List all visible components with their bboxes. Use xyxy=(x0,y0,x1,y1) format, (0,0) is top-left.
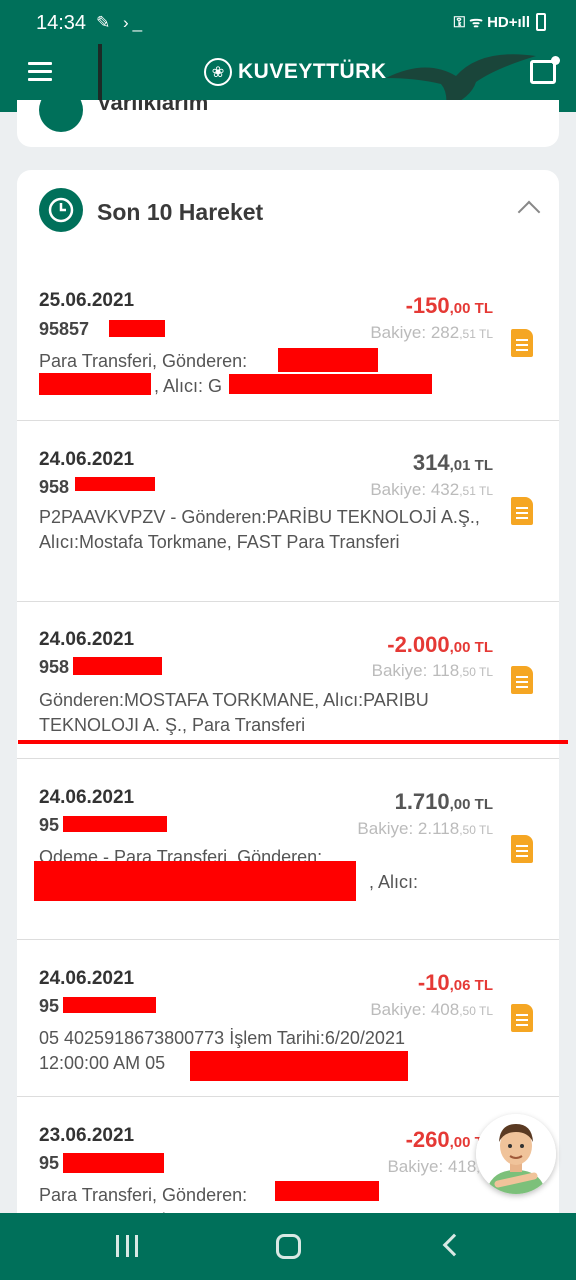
transaction-account: 95857 xyxy=(39,319,90,339)
receipt-document-icon[interactable] xyxy=(511,329,533,357)
hamburger-menu-icon[interactable] xyxy=(28,62,52,82)
signal-icons: ⚿ ᯤ HD+ıll xyxy=(453,14,530,31)
assets-card-title: Varlıklarım xyxy=(97,100,209,115)
brand-logo: ❀ KUVEYTTÜRK xyxy=(204,58,387,86)
status-bar: 14:34 ✎ ›_ ⚿ ᯤ HD+ıll xyxy=(0,0,576,48)
recent-transactions-card: Son 10 Hareket 25.06.2021 95857 -150,00 … xyxy=(17,170,559,1230)
back-icon[interactable] xyxy=(442,1233,466,1257)
status-time: 14:34 xyxy=(36,12,87,34)
transaction-balance: Bakiye: 2.118,50 TL xyxy=(357,819,493,838)
receipt-document-icon[interactable] xyxy=(511,666,533,694)
transaction-amount: 314,01 TL xyxy=(412,450,493,475)
transaction-account: 958 xyxy=(39,477,70,497)
transaction-amount: -2.000,00 TL xyxy=(387,632,493,657)
transaction-balance: Bakiye: 282,51 TL xyxy=(370,323,493,342)
home-icon[interactable] xyxy=(276,1234,301,1259)
card-header[interactable]: Son 10 Hareket xyxy=(17,170,559,255)
transaction-date: 25.06.2021 xyxy=(39,290,135,311)
redaction xyxy=(63,997,156,1013)
transaction-account: 95 xyxy=(39,815,60,835)
transaction-date: 23.06.2021 xyxy=(39,1125,135,1146)
system-icons: ⚿ ᯤ HD+ıll xyxy=(454,12,546,32)
messages-icon[interactable] xyxy=(530,56,560,84)
transaction-date: 24.06.2021 xyxy=(39,968,135,989)
transaction-date: 24.06.2021 xyxy=(39,449,135,470)
transaction-balance: Bakiye: 118,50 TL xyxy=(371,661,493,680)
annotation-underline xyxy=(18,740,568,744)
redaction xyxy=(63,1153,164,1173)
app-header: 14:34 ✎ ›_ ⚿ ᯤ HD+ıll ❀ KUVEYTTÜRK xyxy=(0,0,576,112)
recent-apps-icon[interactable] xyxy=(116,1235,138,1257)
chevron-up-icon[interactable] xyxy=(517,200,541,224)
system-nav-bar xyxy=(0,1213,576,1280)
transaction-description: Gönderen:MOSTAFA TORKMANE, Alıcı:PARIBU … xyxy=(39,690,429,735)
transaction-item[interactable]: 24.06.2021 95 -10,06 TL Bakiye: 408,50 T… xyxy=(17,940,559,1097)
transaction-account: 95 xyxy=(39,996,60,1016)
transaction-date: 24.06.2021 xyxy=(39,629,135,650)
clock-icon xyxy=(39,188,83,232)
transaction-item[interactable]: 25.06.2021 95857 -150,00 TL Bakiye: 282,… xyxy=(17,255,559,421)
redaction xyxy=(75,477,155,491)
section-title: Son 10 Hareket xyxy=(97,199,264,225)
redaction xyxy=(73,657,162,675)
redaction xyxy=(190,1051,408,1081)
transaction-description: P2PAAVKVPZV - Gönderen:PARİBU TEKNOLOJİ … xyxy=(39,507,480,552)
transaction-item[interactable]: 24.06.2021 958 314,01 TL Bakiye: 432,51 … xyxy=(17,421,559,602)
redaction xyxy=(278,348,378,372)
redaction xyxy=(34,861,356,901)
receipt-document-icon[interactable] xyxy=(511,835,533,863)
transaction-account: 95 xyxy=(39,1153,60,1173)
redaction xyxy=(63,816,167,832)
receipt-document-icon[interactable] xyxy=(511,1004,533,1032)
transaction-amount: -10,06 TL xyxy=(417,970,493,995)
redaction xyxy=(275,1181,379,1201)
transaction-amount: 1.710,00 TL xyxy=(394,789,493,814)
battery-icon xyxy=(536,13,546,31)
kuveytturk-emblem-icon: ❀ xyxy=(204,58,232,86)
brand-name: KUVEYTTÜRK xyxy=(238,60,387,83)
transaction-item[interactable]: 24.06.2021 95 1.710,00 TL Bakiye: 2.118,… xyxy=(17,759,559,940)
redaction xyxy=(109,320,165,337)
transaction-item[interactable]: 24.06.2021 958 -2.000,00 TL Bakiye: 118,… xyxy=(17,602,559,759)
transaction-amount: -150,00 TL xyxy=(405,293,493,318)
transaction-balance: Bakiye: 432,51 TL xyxy=(370,480,493,499)
receipt-document-icon[interactable] xyxy=(511,497,533,525)
assets-icon xyxy=(39,100,83,132)
redaction xyxy=(39,373,151,395)
transaction-balance: Bakiye: 408,50 TL xyxy=(370,1000,493,1019)
assets-card[interactable]: Varlıklarım xyxy=(17,100,559,147)
transaction-date: 24.06.2021 xyxy=(39,787,135,808)
notification-icons: ✎ ›_ xyxy=(96,13,147,32)
transaction-account: 958 xyxy=(39,657,70,677)
virtual-assistant-avatar[interactable] xyxy=(476,1114,556,1194)
redaction xyxy=(229,374,432,394)
